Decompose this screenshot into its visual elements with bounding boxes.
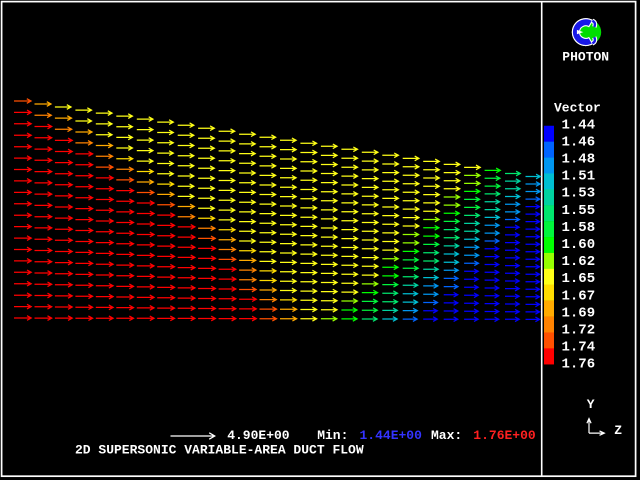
svg-text:Y: Y — [587, 397, 595, 412]
svg-text:1.76E+00: 1.76E+00 — [473, 428, 536, 443]
svg-text:1.51: 1.51 — [562, 169, 596, 185]
svg-text:1.48: 1.48 — [562, 152, 596, 168]
svg-text:2D SUPERSONIC VARIABLE-AREA DU: 2D SUPERSONIC VARIABLE-AREA DUCT FLOW — [75, 443, 364, 458]
svg-text:1.60: 1.60 — [562, 237, 596, 253]
svg-text:4.90E+00: 4.90E+00 — [227, 428, 290, 443]
svg-text:1.44: 1.44 — [562, 117, 596, 133]
svg-text:1.53: 1.53 — [562, 186, 596, 202]
svg-text:Min:: Min: — [317, 428, 348, 443]
svg-text:Max:: Max: — [431, 428, 462, 443]
svg-text:1.65: 1.65 — [562, 271, 596, 287]
svg-text:1.62: 1.62 — [562, 254, 596, 270]
svg-text:Vector: Vector — [554, 101, 601, 116]
svg-text:1.67: 1.67 — [562, 288, 596, 304]
svg-text:Z: Z — [614, 423, 622, 438]
svg-text:1.69: 1.69 — [562, 305, 596, 321]
svg-text:1.46: 1.46 — [562, 134, 596, 150]
svg-text:1.55: 1.55 — [562, 203, 596, 219]
svg-text:1.76: 1.76 — [562, 357, 596, 373]
svg-text:1.58: 1.58 — [562, 220, 596, 236]
svg-text:1.74: 1.74 — [562, 340, 596, 356]
svg-text:1.72: 1.72 — [562, 323, 596, 339]
svg-text:PHOTON: PHOTON — [562, 50, 609, 65]
svg-text:1.44E+00: 1.44E+00 — [360, 428, 423, 443]
